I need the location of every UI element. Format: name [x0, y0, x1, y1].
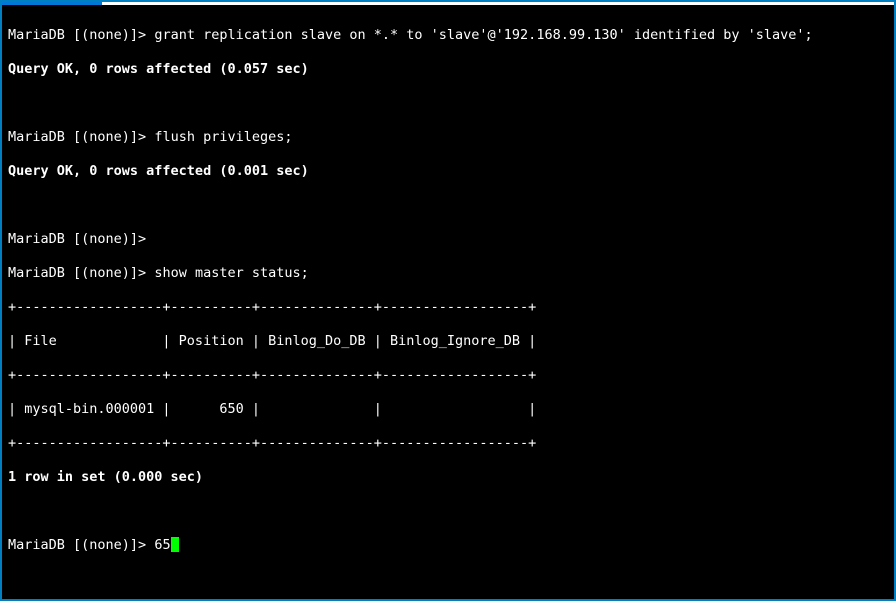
- window-frame: MariaDB [(none)]> grant replication slav…: [0, 0, 896, 601]
- window-titlebar: [2, 2, 894, 5]
- terminal-line: MariaDB [(none)]> grant replication slav…: [8, 27, 888, 44]
- blank-line: [8, 197, 888, 214]
- prompt: MariaDB [(none)]>: [8, 231, 154, 247]
- command-text: show master status;: [154, 265, 308, 281]
- prompt: MariaDB [(none)]>: [8, 537, 154, 553]
- terminal-line: MariaDB [(none)]> show master status;: [8, 265, 888, 282]
- terminal-viewport[interactable]: MariaDB [(none)]> grant replication slav…: [2, 5, 894, 599]
- table-border: +------------------+----------+---------…: [8, 367, 888, 384]
- query-response: Query OK, 0 rows affected (0.001 sec): [8, 163, 888, 180]
- prompt: MariaDB [(none)]>: [8, 27, 154, 43]
- current-prompt-line[interactable]: MariaDB [(none)]> 65: [8, 537, 888, 554]
- blank-line: [8, 503, 888, 520]
- blank-line: [8, 95, 888, 112]
- terminal-line: MariaDB [(none)]>: [8, 231, 888, 248]
- table-header-row: | File | Position | Binlog_Do_DB | Binlo…: [8, 333, 888, 350]
- command-text: grant replication slave on *.* to 'slave…: [154, 27, 812, 43]
- command-text: flush privileges;: [154, 129, 292, 145]
- table-border: +------------------+----------+---------…: [8, 435, 888, 452]
- current-input-text: 65: [154, 537, 170, 553]
- terminal-line: MariaDB [(none)]> flush privileges;: [8, 129, 888, 146]
- query-response: Query OK, 0 rows affected (0.057 sec): [8, 61, 888, 78]
- table-border: +------------------+----------+---------…: [8, 299, 888, 316]
- titlebar-active-segment: [2, 2, 102, 5]
- prompt: MariaDB [(none)]>: [8, 129, 154, 145]
- rowcount-message: 1 row in set (0.000 sec): [8, 469, 888, 486]
- cursor: [171, 537, 179, 552]
- table-row: | mysql-bin.000001 | 650 | | |: [8, 401, 888, 418]
- prompt: MariaDB [(none)]>: [8, 265, 154, 281]
